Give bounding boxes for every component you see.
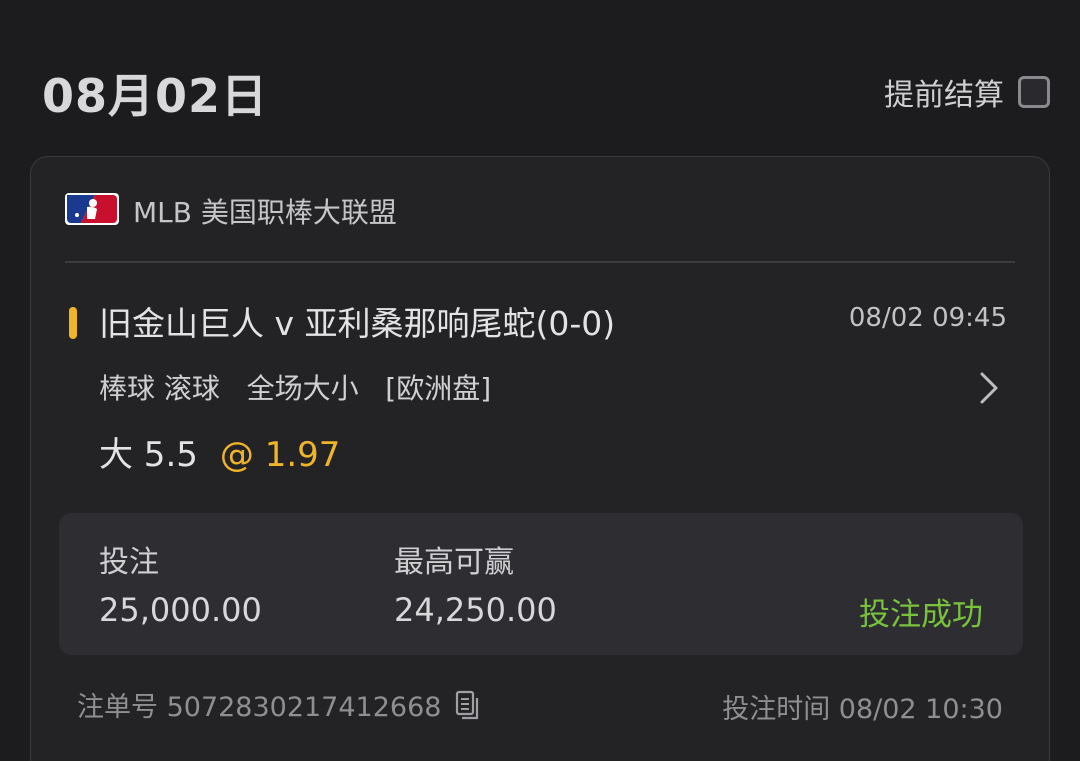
stake-column: 投注 25,000.00	[99, 537, 262, 629]
date-heading: 08月02日	[42, 69, 269, 123]
stake-label: 投注	[99, 545, 159, 580]
match-title: 旧金山巨人 v 亚利桑那响尾蛇(0-0)	[99, 304, 616, 343]
bet-time: 投注时间 08/02 10:30	[722, 694, 1003, 725]
bet-id: 注单号 5072830217412668	[77, 692, 442, 723]
max-win-column: 最高可赢 24,250.00	[394, 537, 557, 629]
league-name: MLB 美国职棒大联盟	[133, 196, 397, 229]
odds: @ 1.97	[219, 435, 341, 475]
league-row: MLB 美国职棒大联盟	[65, 191, 397, 231]
max-win-label: 最高可赢	[394, 545, 514, 580]
status-badge: 投注成功	[859, 597, 983, 633]
early-settlement-checkbox[interactable]	[1018, 76, 1050, 108]
copy-icon[interactable]	[455, 690, 479, 720]
early-settlement-label: 提前结算	[884, 78, 1004, 113]
bet-history-page: 08月02日 提前结算 MLB 美国职棒大联盟 旧金山巨人 v 亚利桑那响尾蛇(…	[0, 0, 1080, 761]
mlb-logo-icon	[65, 193, 119, 229]
market-description: 棒球 滚球 全场大小 [欧洲盘]	[99, 372, 492, 405]
match-time: 08/02 09:45	[848, 303, 1007, 333]
stake-summary: 投注 25,000.00 最高可赢 24,250.00 投注成功	[59, 513, 1023, 655]
selection-row: 大 5.5 @ 1.97	[99, 427, 340, 476]
chevron-right-icon[interactable]	[979, 371, 999, 405]
early-settlement-toggle[interactable]: 提前结算	[884, 70, 1050, 114]
bet-card: MLB 美国职棒大联盟 旧金山巨人 v 亚利桑那响尾蛇(0-0) 08/02 0…	[30, 156, 1050, 761]
bet-id-row: 注单号 5072830217412668	[77, 685, 479, 724]
divider	[65, 261, 1015, 263]
stake-value: 25,000.00	[99, 591, 262, 629]
selection: 大 5.5	[99, 435, 198, 475]
live-indicator	[69, 307, 77, 339]
max-win-value: 24,250.00	[394, 591, 557, 629]
